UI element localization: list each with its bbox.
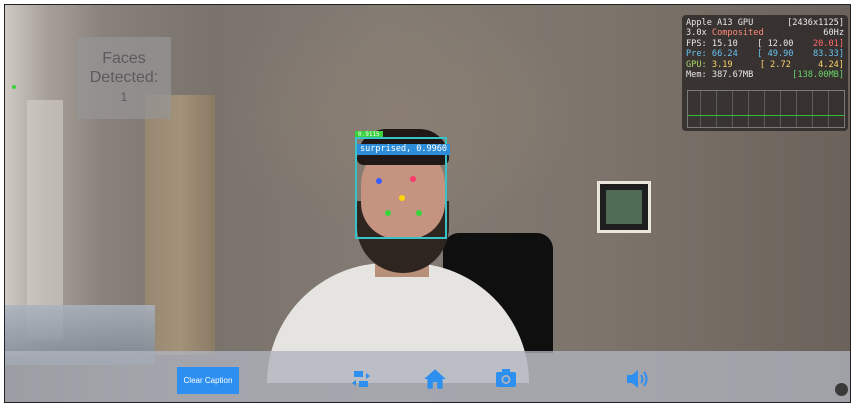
rotate-camera-icon-svg [352,371,370,387]
camera-view: Faces Detected: 1 Apple A13 GPU [2436x11… [4,4,851,403]
status-dot [12,85,16,89]
hud-mem-max: [138.00MB] [792,70,844,81]
hud-row-fps: FPS: 15.10 [ 12.00 20.01] [686,39,844,49]
hud-mem-label: Mem: [686,70,707,81]
hud-pre-label: Pre: [686,49,707,60]
wall-picture [597,181,651,233]
hud-gputime-min: [ 2.72 [759,59,791,70]
hud-fps-max: 20.01] [812,38,844,49]
home-icon[interactable] [421,365,449,393]
hud-row-gpu-time: GPU: 3.19 [ 2.72 4.24] [686,60,844,70]
hud-gpu-name: Apple A13 GPU [686,18,754,28]
faces-detected-count: 1 [120,90,128,104]
hud-gputime-label: GPU: [686,59,707,70]
performance-hud: Apple A13 GPU [2436x1125] 3.0x Composite… [682,15,848,131]
camera-icon-svg [496,369,516,387]
hud-mem-cur: 387.67MB [711,70,754,81]
hud-graph-line [688,115,844,116]
volume-icon-svg [627,370,648,388]
hud-graph [687,90,845,128]
faces-detected-label: Faces Detected: [89,50,159,86]
hud-fps-cur: 15.10 [711,38,738,49]
landmark-mouth-right [416,210,422,216]
faces-detected-panel: Faces Detected: 1 [77,37,171,119]
emotion-label: surprised, 0.9960 [357,144,450,155]
hud-pre-cur: 66.24 [711,49,738,60]
hud-row-mode: 3.0x Composited 60Hz [686,28,844,38]
hud-mode: Composited [711,28,764,39]
rotate-camera-icon[interactable] [347,365,375,393]
home-icon-svg [424,369,446,389]
hud-gputime-max: 4.24] [818,59,844,70]
landmark-right-eye [410,176,416,182]
hud-pre-min: [ 49.90 [757,49,794,60]
volume-icon[interactable] [623,365,651,393]
curtain [145,95,215,355]
hud-resolution: [2436x1125] [787,18,844,28]
hud-row-mem: Mem: 387.67MB [138.00MB] [686,70,844,80]
landmark-mouth-left [385,210,391,216]
landmark-nose [399,195,405,201]
hud-fps-label: FPS: [686,38,707,49]
landmark-left-eye [376,178,382,184]
door-frame [27,100,63,340]
bottom-toolbar: Clear Caption [5,351,850,402]
resize-icon[interactable] [835,383,848,396]
hud-gputime-cur: 3.19 [711,59,733,70]
hud-row-gpu: Apple A13 GPU [2436x1125] [686,18,844,28]
camera-icon[interactable] [492,365,520,393]
hud-scale: 3.0x [686,28,707,39]
hud-refresh: 60Hz [823,28,844,39]
hud-row-pre: Pre: 66.24 [ 49.90 83.33] [686,49,844,59]
clear-caption-button[interactable]: Clear Caption [177,367,239,394]
hud-fps-min: [ 12.00 [757,38,794,49]
hud-pre-max: 83.33] [812,49,844,60]
